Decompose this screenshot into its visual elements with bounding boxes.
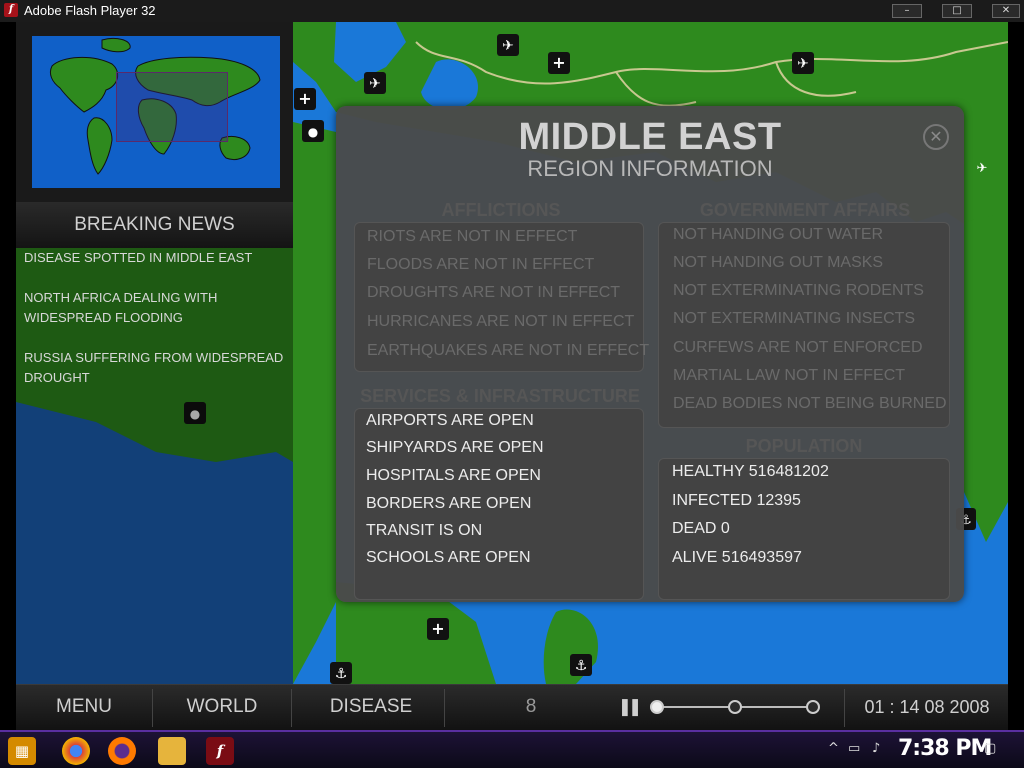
water-marker-icon[interactable]: ● xyxy=(302,120,324,142)
government-item: NOT HANDING OUT MASKS xyxy=(673,254,884,271)
os-taskbar: ▦ f ^ ▭ ♪ 7:38 PM ▢ xyxy=(0,730,1024,768)
airport-marker-icon[interactable]: ✈ xyxy=(792,52,814,74)
affliction-item: DROUGHTS ARE NOT IN EFFECT xyxy=(367,284,621,301)
speed-knob[interactable] xyxy=(650,700,664,714)
population-dead: DEAD 0 xyxy=(672,520,730,537)
airport-marker-icon[interactable]: ✈ xyxy=(497,34,519,56)
hospital-marker-icon[interactable]: + xyxy=(427,618,449,640)
afflictions-title: AFFLICTIONS xyxy=(441,200,561,220)
speed-knob[interactable] xyxy=(806,700,820,714)
speed-knob[interactable] xyxy=(728,700,742,714)
start-menu-icon[interactable]: ▦ xyxy=(8,737,36,765)
population-infected: INFECTED 12395 xyxy=(672,492,801,509)
flash-player-icon: f xyxy=(4,3,18,17)
government-item: DEAD BODIES NOT BEING BURNED xyxy=(673,395,947,412)
window-title: Adobe Flash Player 32 xyxy=(24,3,156,18)
government-item: NOT HANDING OUT WATER xyxy=(673,226,884,243)
dialog-subtitle: REGION INFORMATION xyxy=(527,156,773,181)
close-window-button[interactable]: ✕ xyxy=(992,4,1020,18)
affliction-item: EARTHQUAKES ARE NOT IN EFFECT xyxy=(367,342,650,359)
taskbar-clock[interactable]: 7:38 PM xyxy=(898,736,992,761)
svg-text:⚓: ⚓ xyxy=(335,666,348,682)
world-button[interactable]: WORLD xyxy=(153,685,291,730)
region-info-dialog: MIDDLE EAST REGION INFORMATION ✕ AFFLICT… xyxy=(336,106,964,602)
service-item: HOSPITALS ARE OPEN xyxy=(366,467,541,484)
service-item: AIRPORTS ARE OPEN xyxy=(366,412,534,429)
news-item: NORTH AFRICA DEALING WITH WIDESPREAD FLO… xyxy=(24,290,218,325)
svg-text:●: ● xyxy=(308,125,318,139)
affliction-item: FLOODS ARE NOT IN EFFECT xyxy=(367,256,595,273)
menu-button[interactable]: MENU xyxy=(16,685,152,730)
population-title: POPULATION xyxy=(745,436,863,456)
disease-button[interactable]: DISEASE xyxy=(292,685,450,730)
affliction-item: HURRICANES ARE NOT IN EFFECT xyxy=(367,313,635,330)
game-speed-slider[interactable] xyxy=(650,685,820,730)
region-name: MIDDLE EAST xyxy=(518,116,782,158)
population-healthy: HEALTHY 516481202 xyxy=(672,463,829,480)
service-item: TRANSIT IS ON xyxy=(366,522,483,539)
svg-text:⚓: ⚓ xyxy=(575,658,588,674)
close-dialog-button[interactable]: ✕ xyxy=(923,124,949,150)
government-item: NOT EXTERMINATING INSECTS xyxy=(673,310,916,327)
svg-text:✈: ✈ xyxy=(977,161,988,176)
divider xyxy=(444,689,445,727)
evolution-points: 8 xyxy=(525,696,537,717)
divider xyxy=(844,689,845,727)
window-border-right xyxy=(1008,22,1024,730)
notification-icon[interactable]: ▢ xyxy=(984,741,996,756)
services-title: SERVICES & INFRASTRUCTURE xyxy=(360,386,640,406)
minimize-button[interactable]: – xyxy=(892,4,922,18)
government-item: CURFEWS ARE NOT ENFORCED xyxy=(673,339,923,356)
minimap[interactable] xyxy=(32,36,280,188)
minimap-panel xyxy=(16,22,293,202)
pause-button[interactable]: ❚❚ xyxy=(614,685,643,730)
chevron-up-icon[interactable]: ^ xyxy=(828,741,839,756)
breaking-news-list: DISEASE SPOTTED IN MIDDLE EAST NORTH AFR… xyxy=(16,248,293,684)
minimap-viewport[interactable] xyxy=(116,72,228,142)
window-border-left xyxy=(0,22,16,730)
hospital-marker-icon[interactable]: + xyxy=(548,52,570,74)
breaking-news-header: BREAKING NEWS xyxy=(16,202,293,248)
chrome-icon[interactable] xyxy=(62,737,90,765)
government-affairs-title: GOVERNMENT AFFAIRS xyxy=(699,200,911,220)
port-marker-icon[interactable]: ⚓ xyxy=(330,662,352,684)
port-marker-icon[interactable]: ⚓ xyxy=(570,654,592,676)
game-date: 01 : 14 08 2008 xyxy=(864,697,990,717)
svg-text:✈: ✈ xyxy=(797,56,809,72)
firefox-icon[interactable] xyxy=(108,737,136,765)
government-item: NOT EXTERMINATING RODENTS xyxy=(673,282,924,299)
news-item: RUSSIA SUFFERING FROM WIDESPREAD DROUGHT xyxy=(24,350,284,385)
service-item: SCHOOLS ARE OPEN xyxy=(366,549,531,566)
game-area: ✈ + ✈ ✈ + ● ● + ⚓ ⚓ ⚓ ✈ BREAKING NEWS DI… xyxy=(16,22,1008,730)
government-item: MARTIAL LAW NOT IN EFFECT xyxy=(673,367,906,384)
file-explorer-icon[interactable] xyxy=(158,737,186,765)
svg-text:+: + xyxy=(431,619,444,638)
volume-icon[interactable]: ♪ xyxy=(872,741,880,756)
service-item: SHIPYARDS ARE OPEN xyxy=(366,439,544,456)
airport-marker-icon[interactable]: ✈ xyxy=(364,72,386,94)
svg-text:+: + xyxy=(298,89,311,108)
airport-marker-icon: ✈ xyxy=(977,161,988,176)
network-icon[interactable]: ▭ xyxy=(848,741,860,756)
svg-text:✈: ✈ xyxy=(369,76,381,92)
game-bottom-bar: MENU WORLD DISEASE 8 ❚❚ 01 : 14 08 2008 xyxy=(16,684,1008,730)
service-item: BORDERS ARE OPEN xyxy=(366,495,532,512)
population-alive: ALIVE 516493597 xyxy=(672,549,802,566)
hospital-marker-icon[interactable]: + xyxy=(294,88,316,110)
svg-text:+: + xyxy=(552,53,565,72)
flash-player-taskbar-icon[interactable]: f xyxy=(206,737,234,765)
affliction-item: RIOTS ARE NOT IN EFFECT xyxy=(367,228,578,245)
news-item: DISEASE SPOTTED IN MIDDLE EAST xyxy=(24,250,253,265)
svg-text:✈: ✈ xyxy=(502,38,514,54)
maximize-button[interactable]: □ xyxy=(942,4,972,18)
window-titlebar: f Adobe Flash Player 32 – □ ✕ xyxy=(0,0,1024,22)
